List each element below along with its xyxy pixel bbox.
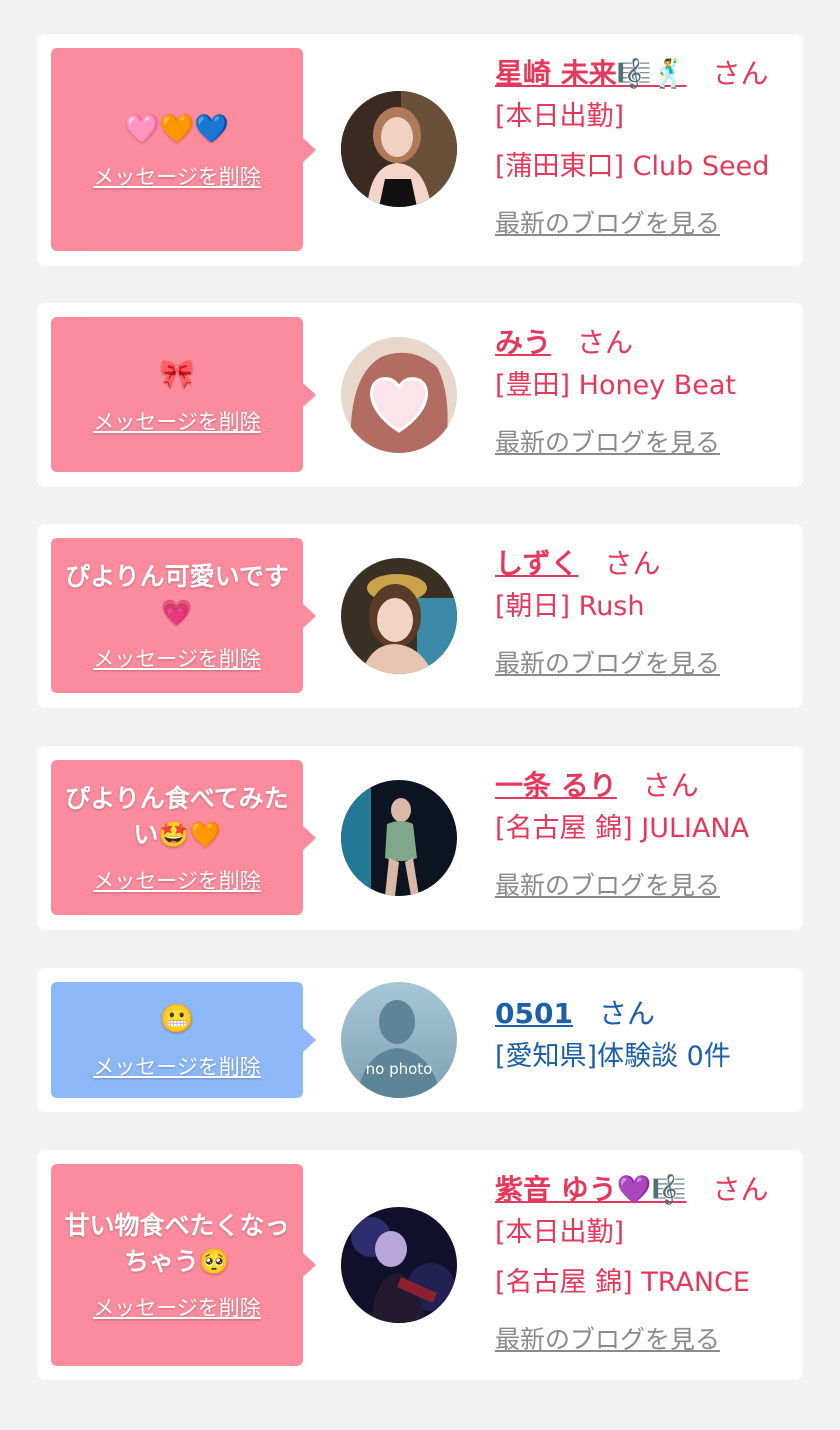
- avatar-photo: [341, 91, 457, 207]
- delete-message-link[interactable]: メッセージを削除: [93, 1051, 261, 1081]
- message-text: 🩷🧡💙: [124, 111, 230, 145]
- shop-line: [蒲田東口] Club Seed: [495, 151, 770, 182]
- honorific: さん: [598, 997, 655, 1030]
- delete-message-link[interactable]: メッセージを削除: [93, 643, 261, 673]
- status-line: [本日出勤]: [495, 1217, 625, 1248]
- profile-info: 紫音 ゆう💜🎼 さん [本日出勤] [名古屋 錦] TRANCE 最新のブログを…: [495, 1168, 783, 1356]
- message-bubble: 甘い物食べたくなっちゃう🥺 メッセージを削除: [51, 1164, 316, 1366]
- message-text: 😬: [159, 1002, 195, 1035]
- profile-info: みう さん [豊田] Honey Beat 最新のブログを見る: [495, 321, 783, 459]
- delete-message-link[interactable]: メッセージを削除: [93, 406, 261, 436]
- honorific: さん: [642, 769, 699, 802]
- profile-name-link[interactable]: 紫音 ゆう💜🎼: [495, 1168, 686, 1208]
- blog-link[interactable]: 最新のブログを見る: [495, 423, 720, 459]
- message-text: ぴよりん可愛いです💗: [65, 561, 289, 627]
- blog-link[interactable]: 最新のブログを見る: [495, 644, 720, 680]
- message-bubble: ぴよりん可愛いです💗 メッセージを削除: [51, 538, 316, 693]
- message-bubble: 🎀 メッセージを削除: [51, 317, 316, 472]
- honorific: さん: [604, 547, 661, 580]
- review-count-line: [愛知県]体験談 0件: [495, 1041, 731, 1072]
- avatar[interactable]: [341, 91, 457, 207]
- no-photo-placeholder: no photo: [341, 982, 457, 1098]
- avatar-photo: [341, 337, 457, 453]
- shop-line: [豊田] Honey Beat: [495, 370, 737, 401]
- status-line: [本日出勤]: [495, 101, 625, 132]
- avatar[interactable]: [341, 780, 457, 896]
- avatar-photo: [341, 1207, 457, 1323]
- profile-info: 一条 るり さん [名古屋 錦] JULIANA 最新のブログを見る: [495, 764, 783, 902]
- avatar[interactable]: [341, 1207, 457, 1323]
- message-bubble: ぴよりん食べてみたい🤩🧡 メッセージを削除: [51, 760, 316, 915]
- shop-line: [朝日] Rush: [495, 591, 645, 622]
- profile-info: 星崎 未来🎼🕺 さん [本日出勤] [蒲田東口] Club Seed 最新のブロ…: [495, 52, 783, 240]
- blog-link[interactable]: 最新のブログを見る: [495, 1320, 720, 1356]
- profile-name-link[interactable]: 一条 るり: [495, 764, 617, 804]
- honorific: さん: [712, 57, 769, 90]
- avatar[interactable]: [341, 337, 457, 453]
- favorite-card: ぴよりん可愛いです💗 メッセージを削除 しずく さん [朝日] Rush 最新の…: [37, 524, 803, 708]
- delete-message-link[interactable]: メッセージを削除: [93, 161, 261, 191]
- shop-line: [名古屋 錦] JULIANA: [495, 813, 750, 844]
- delete-message-link[interactable]: メッセージを削除: [93, 1292, 261, 1322]
- no-photo-text: no photo: [366, 1060, 433, 1078]
- honorific: さん: [712, 1173, 769, 1206]
- blog-link[interactable]: 最新のブログを見る: [495, 204, 720, 240]
- favorite-card: 🎀 メッセージを削除 みう さん [豊田] Honey Beat 最新のブログを…: [37, 303, 803, 487]
- message-text: ぴよりん食べてみたい🤩🧡: [65, 783, 289, 849]
- avatar[interactable]: [341, 558, 457, 674]
- profile-name-link[interactable]: しずく: [495, 542, 578, 582]
- avatar-photo: [341, 780, 457, 896]
- honorific: さん: [577, 326, 634, 359]
- message-text: 🎀: [159, 356, 195, 390]
- blog-link[interactable]: 最新のブログを見る: [495, 866, 720, 902]
- avatar-photo: [341, 558, 457, 674]
- delete-message-link[interactable]: メッセージを削除: [93, 865, 261, 895]
- profile-info: しずく さん [朝日] Rush 最新のブログを見る: [495, 542, 783, 680]
- favorite-card: 甘い物食べたくなっちゃう🥺 メッセージを削除 紫音 ゆう💜🎼 さん [本日出勤]…: [37, 1150, 803, 1380]
- avatar[interactable]: no photo: [341, 982, 457, 1098]
- favorite-card: 😬 メッセージを削除 no photo 0501 さん [愛知県]体験談 0件: [37, 968, 803, 1112]
- favorite-card: 🩷🧡💙 メッセージを削除 星崎 未来🎼🕺 さん [本日出勤] [蒲田東口] Cl…: [37, 34, 803, 266]
- message-text: 甘い物食べたくなっちゃう🥺: [64, 1211, 290, 1276]
- profile-info: 0501 さん [愛知県]体験談 0件: [495, 992, 783, 1082]
- favorite-card: ぴよりん食べてみたい🤩🧡 メッセージを削除 一条 るり さん [名古屋 錦] J…: [37, 746, 803, 930]
- profile-name-link[interactable]: みう: [495, 321, 551, 361]
- message-bubble: 🩷🧡💙 メッセージを削除: [51, 48, 316, 251]
- shop-line: [名古屋 錦] TRANCE: [495, 1267, 750, 1298]
- message-bubble: 😬 メッセージを削除: [51, 982, 316, 1098]
- profile-name-link[interactable]: 0501: [495, 997, 573, 1030]
- profile-name-link[interactable]: 星崎 未来🎼🕺: [495, 52, 686, 92]
